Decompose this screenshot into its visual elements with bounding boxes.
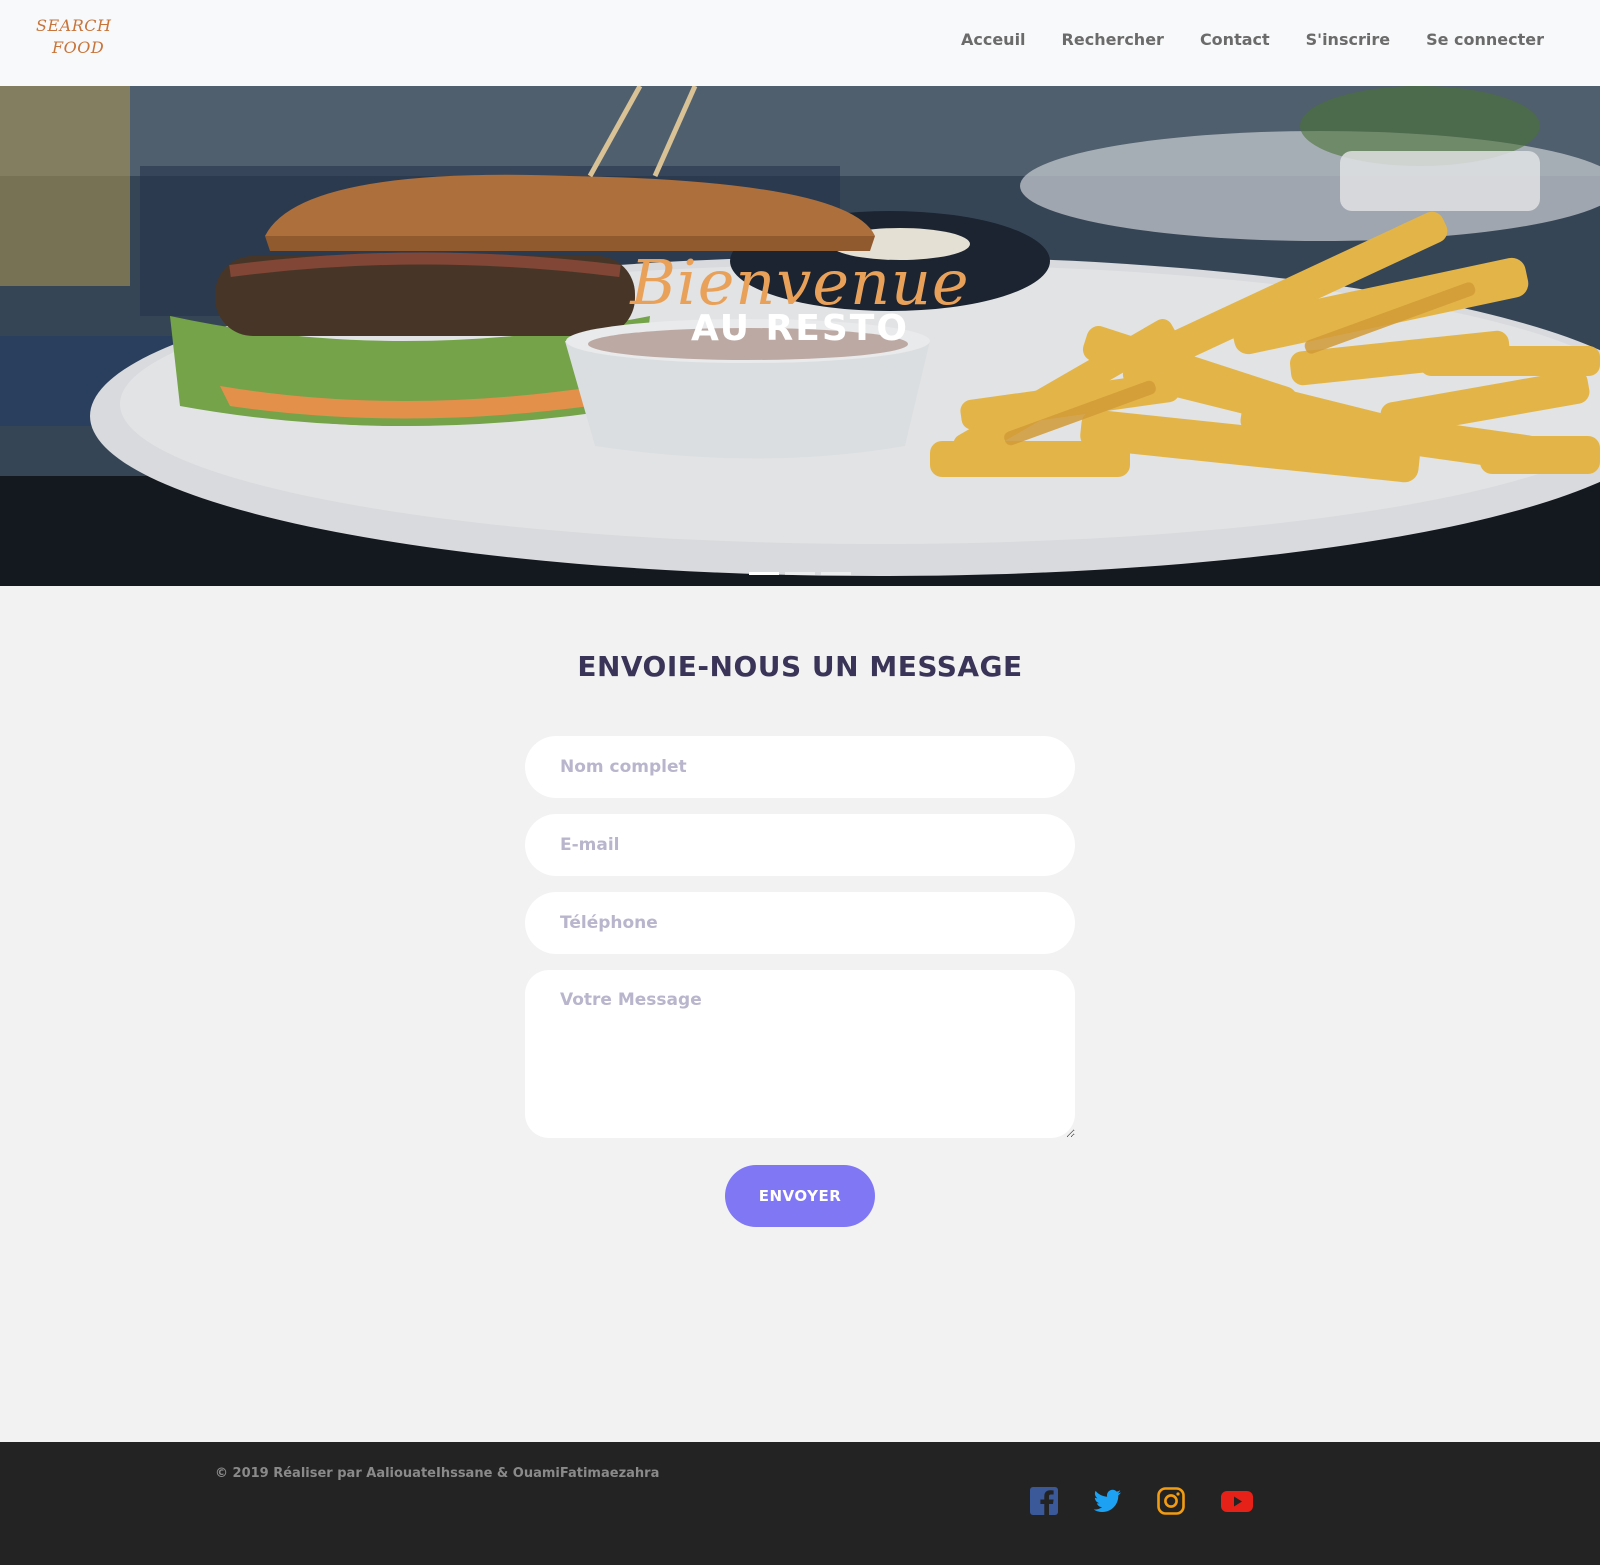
nav-item-rechercher[interactable]: Rechercher (1062, 30, 1164, 49)
carousel-indicators (749, 572, 851, 575)
nav-item-acceuil[interactable]: Acceuil (961, 30, 1026, 49)
send-button[interactable]: ENVOYER (725, 1165, 875, 1227)
phone-input[interactable] (525, 892, 1075, 954)
navbar: SEARCH FOOD Acceuil Rechercher Contact S… (0, 0, 1600, 86)
nav-item-contact[interactable]: Contact (1200, 30, 1270, 49)
nav-links: Acceuil Rechercher Contact S'inscrire Se… (925, 30, 1544, 49)
contact-heading: ENVOIE-NOUS UN MESSAGE (577, 650, 1023, 683)
email-input[interactable] (525, 814, 1075, 876)
hero-title: AU RESTO (691, 308, 909, 349)
twitter-icon[interactable] (1092, 1486, 1122, 1516)
brand-line-1: SEARCH (36, 16, 112, 35)
carousel-indicator-3[interactable] (821, 572, 851, 575)
brand-logo[interactable]: SEARCH FOOD (34, 16, 111, 64)
nav-item-se-connecter[interactable]: Se connecter (1426, 30, 1544, 49)
carousel-indicator-1[interactable] (749, 572, 779, 575)
brand-line-2: FOOD (52, 38, 105, 57)
instagram-icon[interactable] (1156, 1486, 1186, 1516)
facebook-icon[interactable] (1029, 1486, 1059, 1516)
nav-item-sinscrire[interactable]: S'inscrire (1306, 30, 1390, 49)
carousel-indicator-2[interactable] (785, 572, 815, 575)
full-name-input[interactable] (525, 736, 1075, 798)
footer: © 2019 Réaliser par AaliouateIhssane & O… (0, 1442, 1600, 1565)
message-textarea[interactable] (525, 970, 1075, 1138)
hero-carousel: Bienvenue AU RESTO (0, 86, 1600, 586)
youtube-icon[interactable] (1220, 1486, 1254, 1516)
copyright-text: © 2019 Réaliser par AaliouateIhssane & O… (215, 1466, 660, 1481)
